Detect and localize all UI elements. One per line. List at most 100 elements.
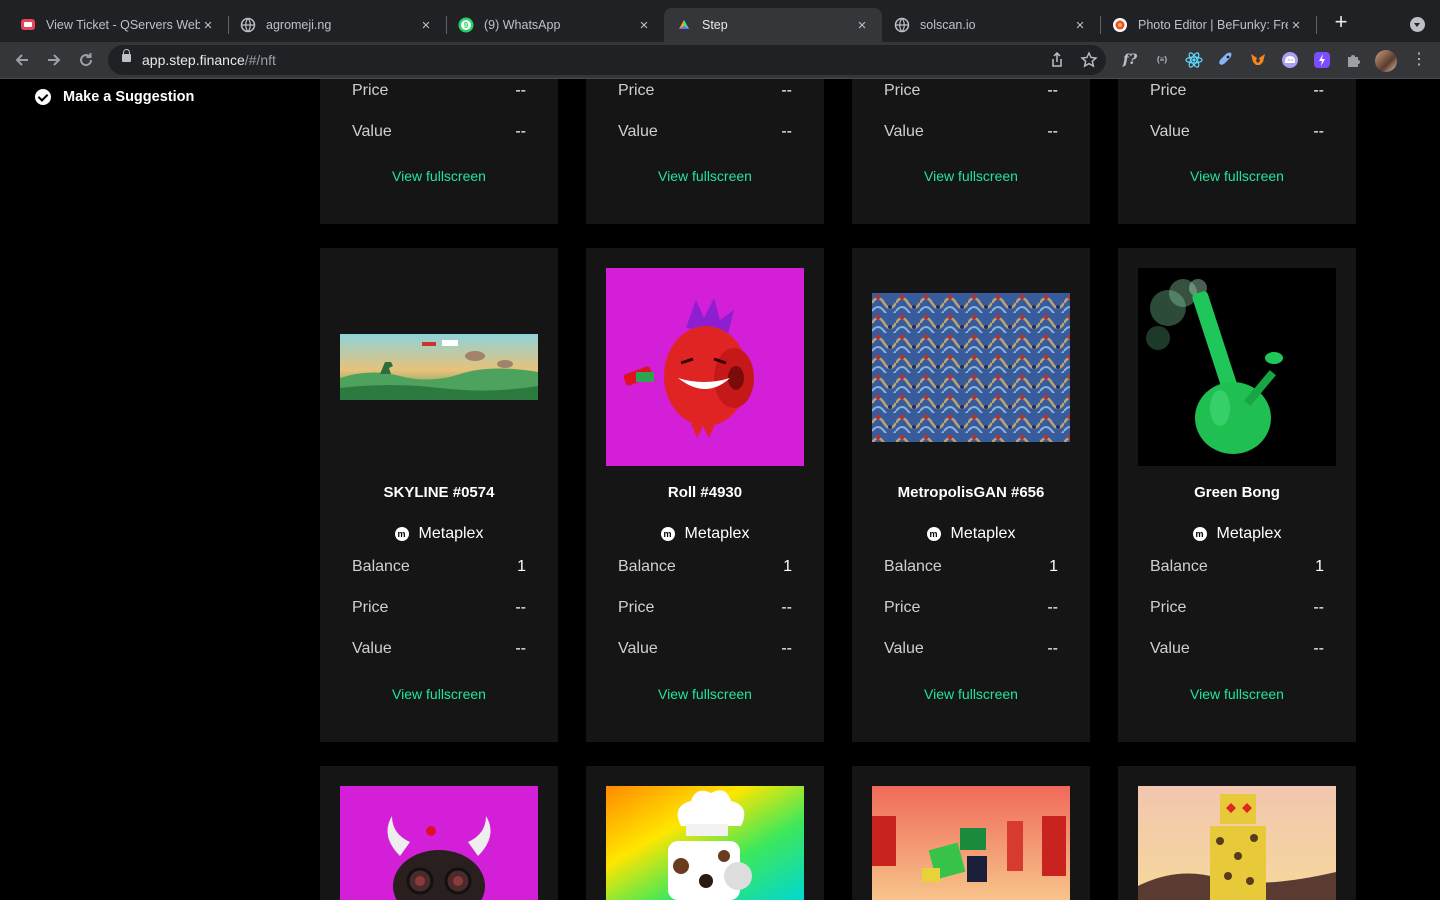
nft-name: Green Bong <box>1194 484 1280 501</box>
tab-title: agromeji.ng <box>266 18 332 32</box>
nft-image[interactable] <box>872 786 1070 900</box>
price-row: Price -- <box>352 82 526 100</box>
close-icon[interactable]: × <box>1072 17 1088 34</box>
tab-agromeji[interactable]: agromeji.ng × <box>228 8 446 42</box>
price-label: Price <box>618 599 655 616</box>
close-icon[interactable]: × <box>200 17 216 34</box>
bookmark-star-icon[interactable] <box>1080 51 1098 69</box>
value-row: Value -- <box>884 640 1058 658</box>
close-icon[interactable]: × <box>854 17 870 34</box>
arrow-right-icon <box>48 54 61 66</box>
tab-view-ticket[interactable]: View Ticket - QServers Web Hosting × <box>8 8 228 42</box>
tab-befunky[interactable]: Photo Editor | BeFunky: Free × <box>1100 8 1316 42</box>
nft-image[interactable] <box>606 786 804 900</box>
rocket-extension-icon[interactable] <box>1217 51 1235 69</box>
browser-menu-icon[interactable]: ⋮ <box>1411 49 1427 71</box>
view-fullscreen-link[interactable]: View fullscreen <box>852 686 1090 702</box>
nft-image[interactable] <box>872 268 1070 466</box>
nft-image[interactable] <box>1138 268 1336 466</box>
balance-row: Balance 1 <box>618 558 792 576</box>
view-fullscreen-link[interactable]: View fullscreen <box>586 686 824 702</box>
browser-toolbar: app.step.finance/#/nft f? (≡) ⋮ <box>0 42 1440 79</box>
balance-value: 1 <box>783 558 792 575</box>
tab-solscan[interactable]: solscan.io × <box>882 8 1100 42</box>
balance-value: 1 <box>1049 558 1058 575</box>
nft-image[interactable] <box>340 268 538 466</box>
reload-button[interactable] <box>75 49 97 71</box>
view-fullscreen-link[interactable]: View fullscreen <box>320 168 558 184</box>
price-label: Price <box>618 82 655 99</box>
tab-title: Photo Editor | BeFunky: Free <box>1138 18 1288 32</box>
make-suggestion-link[interactable]: Make a Suggestion <box>35 89 194 105</box>
tab-title: Step <box>702 18 728 32</box>
value-row: Value -- <box>1150 640 1324 658</box>
value-label: Value <box>884 640 924 657</box>
price-row: Price -- <box>884 82 1058 100</box>
price-row: Price -- <box>1150 82 1324 100</box>
nft-card: Price -- Value -- View fullscreen <box>852 79 1090 224</box>
lock-icon[interactable] <box>122 49 131 62</box>
price-value: -- <box>781 82 792 99</box>
nft-image[interactable] <box>1138 786 1336 900</box>
globe-icon <box>240 17 256 33</box>
price-label: Price <box>352 82 389 99</box>
platform-label: m Metaplex <box>586 525 824 543</box>
view-fullscreen-link[interactable]: View fullscreen <box>1118 686 1356 702</box>
balance-value: 1 <box>517 558 526 575</box>
close-icon[interactable]: × <box>418 17 434 34</box>
value-row: Value -- <box>352 640 526 658</box>
platform-label: m Metaplex <box>852 525 1090 543</box>
value-label: Value <box>884 123 924 140</box>
tab-whatsapp[interactable]: 9 (9) WhatsApp × <box>446 8 664 42</box>
nft-card: Roll #4930 m Metaplex Balance 1 Price -- Va… <box>586 248 824 742</box>
qservers-favicon <box>20 17 36 33</box>
metamask-fox-icon[interactable] <box>1249 51 1267 69</box>
price-row: Price -- <box>618 599 792 617</box>
new-tab-button[interactable]: + <box>1330 11 1352 34</box>
close-icon[interactable]: × <box>1288 17 1304 34</box>
view-fullscreen-link[interactable]: View fullscreen <box>586 168 824 184</box>
close-icon[interactable]: × <box>636 17 652 34</box>
phantom-wallet-icon[interactable] <box>1281 51 1299 69</box>
tab-step[interactable]: Step × <box>664 8 882 42</box>
globe-icon <box>894 17 910 33</box>
nft-image[interactable] <box>606 268 804 466</box>
balance-label: Balance <box>884 558 942 575</box>
back-button[interactable] <box>11 49 33 71</box>
profile-avatar[interactable] <box>1375 50 1397 72</box>
value-value: -- <box>781 123 792 140</box>
value-label: Value <box>618 123 658 140</box>
view-fullscreen-link[interactable]: View fullscreen <box>320 686 558 702</box>
address-bar[interactable]: app.step.finance/#/nft <box>108 45 1106 75</box>
price-label: Price <box>352 599 389 616</box>
price-value: -- <box>781 599 792 616</box>
tab-title: View Ticket - QServers Web Hosting <box>46 18 200 32</box>
balance-row: Balance 1 <box>352 558 526 576</box>
forward-button[interactable] <box>43 49 65 71</box>
check-circle-icon <box>35 89 51 105</box>
nft-name: SKYLINE #0574 <box>383 484 495 501</box>
react-devtools-icon[interactable] <box>1185 51 1203 69</box>
value-row: Value -- <box>1150 123 1324 141</box>
solflare-extension-icon[interactable] <box>1313 51 1331 69</box>
value-value: -- <box>1313 640 1324 657</box>
code-extension-icon[interactable]: (≡) <box>1153 51 1171 69</box>
view-fullscreen-link[interactable]: View fullscreen <box>1118 168 1356 184</box>
formula-extension-icon[interactable]: f? <box>1121 51 1139 69</box>
nft-name: MetropolisGAN #656 <box>897 484 1045 501</box>
nft-card: SKYLINE #0574 m Metaplex Balance 1 Price --… <box>320 248 558 742</box>
share-icon[interactable] <box>1048 51 1066 69</box>
price-row: Price -- <box>352 599 526 617</box>
tab-search-icon[interactable] <box>1410 17 1425 32</box>
extensions-puzzle-icon[interactable] <box>1345 51 1363 69</box>
price-row: Price -- <box>618 82 792 100</box>
browser-tab-bar: View Ticket - QServers Web Hosting × agr… <box>0 0 1440 46</box>
value-value: -- <box>1047 123 1058 140</box>
metaplex-icon: m <box>926 527 941 541</box>
nft-card <box>1118 766 1356 900</box>
nft-image[interactable] <box>340 786 538 900</box>
view-fullscreen-link[interactable]: View fullscreen <box>852 168 1090 184</box>
url-text[interactable]: app.step.finance/#/nft <box>142 52 276 68</box>
balance-value: 1 <box>1315 558 1324 575</box>
price-value: -- <box>1047 82 1058 99</box>
